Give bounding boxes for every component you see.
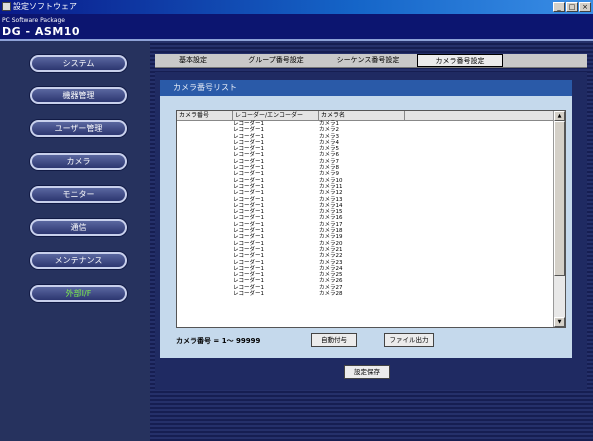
save-settings-button[interactable]: 設定保存: [344, 365, 390, 379]
window-title: 設定ソフトウェア: [13, 2, 77, 11]
sidebar-item-device-management[interactable]: 機器管理: [30, 87, 127, 104]
list-rows: レコーダー1 カメラ1 レコーダー1 カメラ2 レコーダー1 カメラ3 レコーダー1 カメラ4…: [177, 121, 555, 297]
minimize-button[interactable]: _: [553, 2, 565, 12]
tab-group-number[interactable]: グループ番号設定: [233, 54, 319, 67]
column-header-recorder[interactable]: レコーダー/エンコーダー: [233, 111, 319, 120]
title-bar: 設定ソフトウェア _ □ ×: [0, 0, 593, 14]
panel-title: カメラ番号リスト: [160, 80, 572, 96]
close-button[interactable]: ×: [579, 2, 591, 12]
scroll-thumb[interactable]: [554, 121, 565, 276]
tab-sequence-number[interactable]: シーケンス番号設定: [323, 54, 413, 67]
sidebar: システム 機器管理 ユーザー管理 カメラ モニター 通信 メンテナンス 外部I/…: [0, 41, 150, 441]
vertical-scrollbar[interactable]: ▲ ▼: [553, 111, 565, 327]
camera-list[interactable]: カメラ番号 レコーダー/エンコーダー カメラ名 レコーダー1 カメラ1 レコーダー1…: [176, 110, 566, 328]
tab-basic-settings[interactable]: 基本設定: [157, 54, 229, 67]
column-header-camera-name[interactable]: カメラ名: [319, 111, 405, 120]
auto-assign-button[interactable]: 自動付与: [311, 333, 357, 347]
scroll-up-icon[interactable]: ▲: [554, 111, 565, 121]
camera-number-range: カメラ番号 = 1～ 99999: [176, 337, 261, 345]
column-header-camera-number[interactable]: カメラ番号: [177, 111, 233, 120]
sidebar-item-monitor[interactable]: モニター: [30, 186, 127, 203]
sidebar-item-camera[interactable]: カメラ: [30, 153, 127, 170]
camera-name-cell: カメラ28: [319, 291, 343, 298]
sidebar-item-user-management[interactable]: ユーザー管理: [30, 120, 127, 137]
list-item[interactable]: レコーダー1 カメラ28: [177, 291, 555, 297]
brand-header: PC Software Package DG - ASM10: [0, 14, 593, 39]
tab-camera-number[interactable]: カメラ番号設定: [417, 54, 503, 67]
sidebar-item-system[interactable]: システム: [30, 55, 127, 72]
window-controls: _ □ ×: [553, 2, 591, 12]
app-icon: [2, 2, 11, 11]
file-output-button[interactable]: ファイル出力: [384, 333, 434, 347]
brand-subtitle: PC Software Package: [2, 17, 65, 24]
tab-bar: 基本設定 グループ番号設定 シーケンス番号設定 カメラ番号設定: [155, 54, 587, 68]
recorder-cell: レコーダー1: [233, 291, 264, 298]
scroll-down-icon[interactable]: ▼: [554, 317, 565, 327]
product-name: DG - ASM10: [2, 25, 81, 38]
sidebar-item-external-if[interactable]: 外部I/F: [30, 285, 127, 302]
sidebar-item-maintenance[interactable]: メンテナンス: [30, 252, 127, 269]
maximize-button[interactable]: □: [566, 2, 578, 12]
list-header: カメラ番号 レコーダー/エンコーダー カメラ名: [177, 111, 555, 121]
sidebar-item-communication[interactable]: 通信: [30, 219, 127, 236]
